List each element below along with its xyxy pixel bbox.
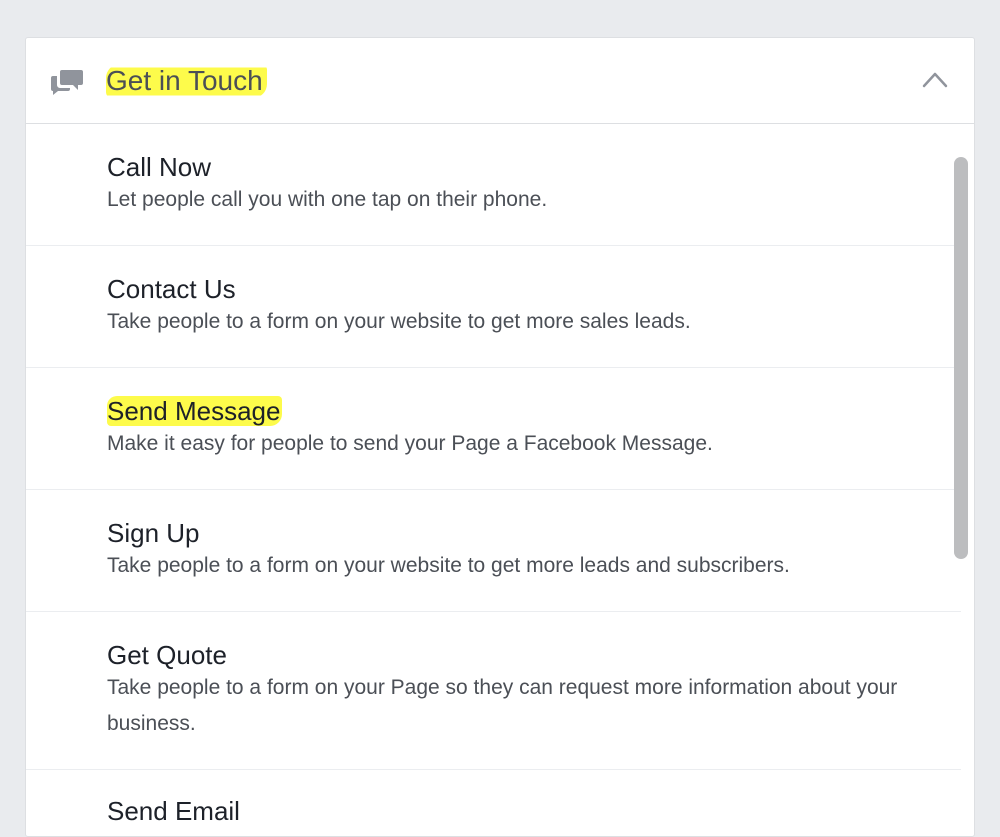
- chat-bubbles-icon: [51, 70, 83, 95]
- option-title: Send Email: [107, 796, 240, 826]
- option-sign-up[interactable]: Sign Up Take people to a form on your we…: [26, 490, 961, 612]
- chevron-up-icon[interactable]: [922, 70, 948, 88]
- option-get-quote[interactable]: Get Quote Take people to a form on your …: [26, 612, 961, 770]
- option-title: Call Now: [107, 152, 212, 182]
- option-description: Take people to a form on your website to…: [107, 310, 691, 333]
- options-list: Call Now Let people call you with one ta…: [26, 124, 961, 836]
- option-description: Let people call you with one tap on thei…: [107, 188, 548, 211]
- scrollbar-thumb[interactable]: [954, 157, 968, 559]
- option-description: Take people to a form on your Page so th…: [107, 676, 898, 735]
- option-send-message[interactable]: Send Message Make it easy for people to …: [26, 368, 961, 490]
- panel-header[interactable]: Get in Touch: [26, 38, 974, 124]
- option-call-now[interactable]: Call Now Let people call you with one ta…: [26, 124, 961, 246]
- option-description: Make it easy for people to send your Pag…: [107, 432, 713, 455]
- option-title: Send Message: [107, 396, 283, 426]
- option-title: Contact Us: [107, 274, 236, 304]
- option-contact-us[interactable]: Contact Us Take people to a form on your…: [26, 246, 961, 368]
- option-title: Get Quote: [107, 640, 227, 670]
- option-title: Sign Up: [107, 518, 200, 548]
- panel-title: Get in Touch: [106, 64, 267, 98]
- get-in-touch-panel: Get in Touch Call Now Let people call yo…: [25, 37, 975, 837]
- option-description: Take people to a form on your website to…: [107, 554, 790, 577]
- option-send-email[interactable]: Send Email: [26, 770, 961, 836]
